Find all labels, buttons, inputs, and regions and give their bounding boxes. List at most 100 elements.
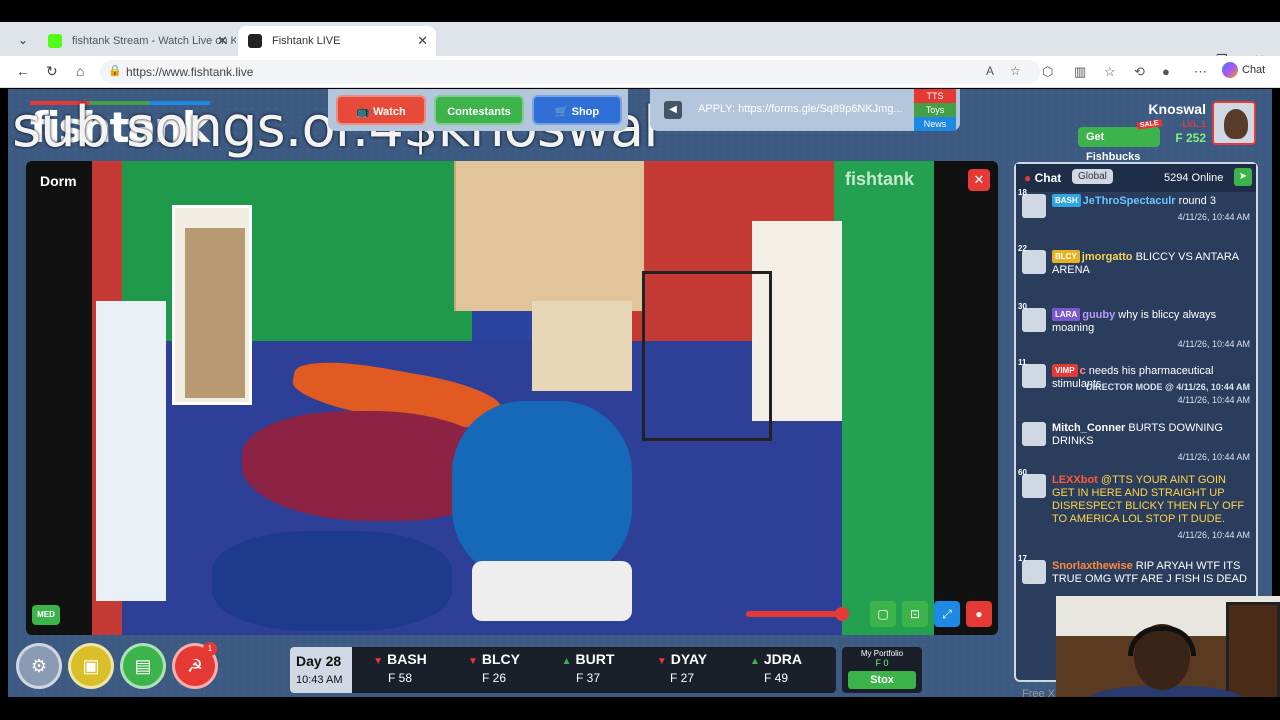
chat-timestamp: 4/11/26, 10:44 AM — [1177, 452, 1250, 462]
chat-scope-toggle[interactable]: Global — [1072, 169, 1113, 184]
copilot-chat-button[interactable]: Chat — [1222, 62, 1265, 78]
shop-button[interactable]: 🛒 Shop — [532, 95, 622, 125]
hammer-icon: ☭ — [186, 656, 204, 676]
favorites-icon[interactable]: ☆ — [1104, 64, 1116, 80]
browser-tab-fishtank[interactable]: Fishtank LIVE ✕ — [238, 26, 436, 56]
chat-username[interactable]: guuby — [1082, 309, 1115, 321]
fullscreen-icon[interactable]: ⤢ — [934, 601, 960, 627]
chat-level: 60 — [1018, 468, 1027, 477]
down-arrow-icon: ▼ — [656, 656, 667, 667]
back-arrow-icon[interactable]: ◀ — [664, 101, 682, 119]
chat-message-body: Mitch_Conner BURTS DOWNING DRINKS — [1052, 422, 1250, 448]
stock-item[interactable]: ▲ JDRA F 49 — [736, 651, 816, 691]
volume-slider[interactable] — [746, 611, 842, 617]
chat-username[interactable]: Snorlaxthewise — [1052, 560, 1133, 572]
gear-icon: ⚙ — [30, 656, 48, 676]
chat-bubble-icon: ● — [1024, 171, 1035, 185]
favorite-star-icon[interactable]: ☆ — [1010, 64, 1021, 78]
chat-username[interactable]: c — [1080, 365, 1086, 377]
down-arrow-icon: ▼ — [467, 656, 478, 667]
chat-message[interactable]: Mitch_Conner BURTS DOWNING DRINKS 4/11/26… — [1022, 422, 1250, 462]
tab-news[interactable]: News — [914, 117, 956, 131]
chat-avatar[interactable] — [1022, 474, 1046, 498]
watch-icon: 📺 — [356, 106, 374, 118]
profile-icon[interactable]: ● — [1162, 64, 1170, 79]
tab-toys[interactable]: Toys — [914, 103, 956, 117]
stock-symbol: BLCY — [481, 651, 521, 667]
close-tab-icon[interactable]: ✕ — [217, 26, 228, 56]
shop-label: Shop — [571, 106, 600, 118]
stox-button[interactable]: Stox — [848, 671, 916, 689]
day-number: Day 28 — [296, 653, 342, 669]
contestants-button[interactable]: Contestants — [434, 95, 524, 125]
chat-username[interactable]: jmorgatto — [1082, 251, 1133, 263]
back-icon[interactable]: ← — [16, 63, 30, 79]
extensions-icon[interactable]: ⬡ — [1042, 64, 1053, 80]
portfolio-label: My Portfolio — [860, 649, 904, 658]
tab-list-icon[interactable]: ⌄ — [14, 31, 32, 49]
stock-ticker-label: ▼ BLCY — [454, 651, 534, 667]
stock-symbol: BASH — [387, 651, 427, 667]
clip-icon[interactable]: ▢ — [870, 601, 896, 627]
announcement-bar: ◀ APPLY: https://forms.gle/Sq89p6NKJmg..… — [650, 89, 960, 131]
chat-level: 30 — [1018, 302, 1027, 311]
chat-username[interactable]: LEXXbot — [1052, 474, 1098, 486]
volume-handle[interactable] — [834, 607, 849, 621]
chat-badge: BLCY — [1052, 250, 1080, 263]
quality-badge[interactable]: MED — [32, 605, 60, 625]
inventory-button[interactable]: ▤ — [120, 643, 166, 689]
chat-avatar[interactable] — [1022, 194, 1046, 218]
portfolio-widget: My Portfolio F 0 Stox — [842, 647, 922, 693]
chat-message[interactable]: 17 Snorlaxthewise RIP ARYAH WTF ITS TRUE … — [1018, 554, 1250, 586]
chat-title: ● Chat — [1024, 171, 1061, 185]
video-player: fishtank Dorm ✕ MED ▢ ⊡ ⤢ ● — [26, 161, 998, 635]
stock-ticker-label: ▼ DYAY — [642, 651, 722, 667]
chat-username[interactable]: Mitch_Conner — [1052, 422, 1125, 434]
camera-watermark: fishtank — [844, 169, 914, 189]
watch-button[interactable]: 📺 Watch — [336, 95, 426, 125]
close-video-icon[interactable]: ✕ — [968, 169, 990, 191]
missions-button[interactable]: ☭ 1 — [172, 642, 218, 689]
record-icon[interactable]: ● — [966, 601, 992, 627]
stock-item[interactable]: ▼ DYAY F 27 — [642, 651, 722, 691]
split-screen-icon[interactable]: ▥ — [1074, 64, 1086, 80]
close-tab-icon[interactable]: ✕ — [417, 26, 428, 56]
stock-item[interactable]: ▼ BLCY F 26 — [454, 651, 534, 691]
chat-avatar[interactable] — [1022, 250, 1046, 274]
stock-price: F 37 — [575, 671, 600, 685]
apply-link[interactable]: APPLY: https://forms.gle/Sq89p6NKJmg... — [698, 103, 912, 115]
chat-message[interactable]: 18 BASH JeThroSpectaculr round 3 4/11/26, 1… — [1018, 188, 1250, 222]
chat-timestamp: 4/11/26, 10:44 AM — [1177, 212, 1250, 222]
chat-message-body: BLCY jmorgatto BLICCY VS ANTARA ARENA — [1052, 250, 1250, 277]
address-bar[interactable]: 🔒 https://www.fishtank.live A ☆ — [100, 60, 1040, 84]
read-aloud-icon[interactable]: A — [986, 64, 994, 78]
user-level: LVL 1 — [1182, 119, 1206, 129]
browser-tab-kick[interactable]: fishtank Stream - Watch Live on K ✕ — [38, 26, 236, 56]
get-fishbucks-button[interactable]: Get Fishbucks — [1078, 127, 1160, 163]
username[interactable]: Knoswal — [1148, 101, 1206, 117]
chat-settings-icon[interactable]: ➤ — [1234, 168, 1252, 186]
home-icon[interactable]: ⌂ — [76, 63, 84, 79]
reload-icon[interactable]: ↻ — [46, 63, 58, 80]
rewards-button[interactable]: ▣ — [68, 643, 114, 689]
avatar[interactable] — [1212, 101, 1256, 145]
chat-avatar[interactable] — [1022, 422, 1046, 446]
chat-message[interactable]: 22 BLCY jmorgatto BLICCY VS ANTARA ARENA — [1018, 244, 1250, 277]
settings-button[interactable]: ⚙ — [16, 643, 62, 689]
chat-avatar[interactable] — [1022, 560, 1046, 584]
chat-message[interactable]: 60 LEXXbot @TTS YOUR AINT GOIN GET IN HER… — [1018, 468, 1250, 540]
tab-tts[interactable]: TTS — [914, 89, 956, 103]
camera-feed[interactable]: fishtank — [92, 161, 934, 635]
cast-icon[interactable]: ⊡ — [902, 601, 928, 627]
chat-avatar[interactable] — [1022, 308, 1046, 332]
stock-item[interactable]: ▼ BASH F 58 — [360, 651, 440, 691]
stock-item[interactable]: ▲ BURT F 37 — [548, 651, 628, 691]
bottom-black-bar — [0, 697, 1280, 720]
chat-timestamp: 4/11/26, 10:44 AM — [1177, 339, 1250, 349]
chat-level: 17 — [1018, 554, 1027, 563]
chat-username[interactable]: JeThroSpectaculr — [1083, 195, 1176, 207]
chat-message[interactable]: 30 LARA guuby why is bliccy always moaning… — [1018, 302, 1250, 349]
doorway — [172, 205, 252, 405]
more-icon[interactable]: ⋯ — [1194, 64, 1207, 80]
history-icon[interactable]: ⟲ — [1134, 64, 1145, 80]
